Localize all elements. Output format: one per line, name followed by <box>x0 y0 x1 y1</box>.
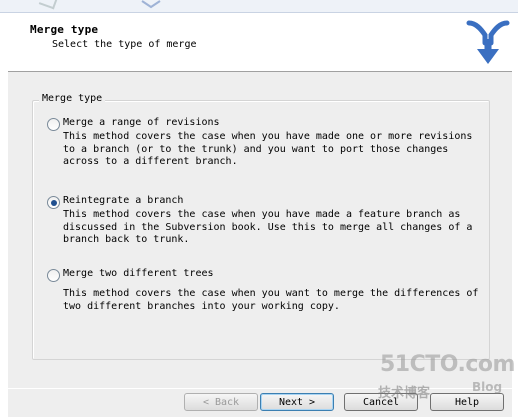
window-title-strip <box>0 0 518 13</box>
cursor-ghost-icon <box>38 0 58 10</box>
radio-reintegrate-branch[interactable] <box>47 196 60 209</box>
button-bar: < Back Next > Cancel Help <box>8 388 512 419</box>
option-description: This method covers the case when you hav… <box>63 131 473 167</box>
help-button[interactable]: Help <box>430 393 504 411</box>
radio-merge-range[interactable] <box>47 118 60 131</box>
page-subtitle: Select the type of merge <box>52 39 197 50</box>
cancel-button[interactable]: Cancel <box>344 393 418 411</box>
tortoisesvn-merge-logo-icon <box>466 20 510 64</box>
chevron-down-icon <box>141 0 161 9</box>
radio-merge-two-trees[interactable] <box>47 269 60 282</box>
wizard-body: Merge type Merge a range of revisions Th… <box>8 72 512 417</box>
next-button[interactable]: Next > <box>260 393 334 411</box>
page-title: Merge type <box>30 23 99 36</box>
option-label[interactable]: Merge a range of revisions <box>63 117 220 128</box>
option-description: This method covers the case when you hav… <box>63 209 473 245</box>
option-label[interactable]: Reintegrate a branch <box>63 195 183 206</box>
option-description: This method covers the case when you wan… <box>63 288 479 312</box>
option-label[interactable]: Merge two different trees <box>63 268 214 279</box>
back-button[interactable]: < Back <box>184 393 258 411</box>
merge-type-group: Merge type Merge a range of revisions Th… <box>32 93 490 360</box>
wizard-header: Merge type Select the type of merge <box>8 13 512 72</box>
group-legend: Merge type <box>39 93 106 104</box>
